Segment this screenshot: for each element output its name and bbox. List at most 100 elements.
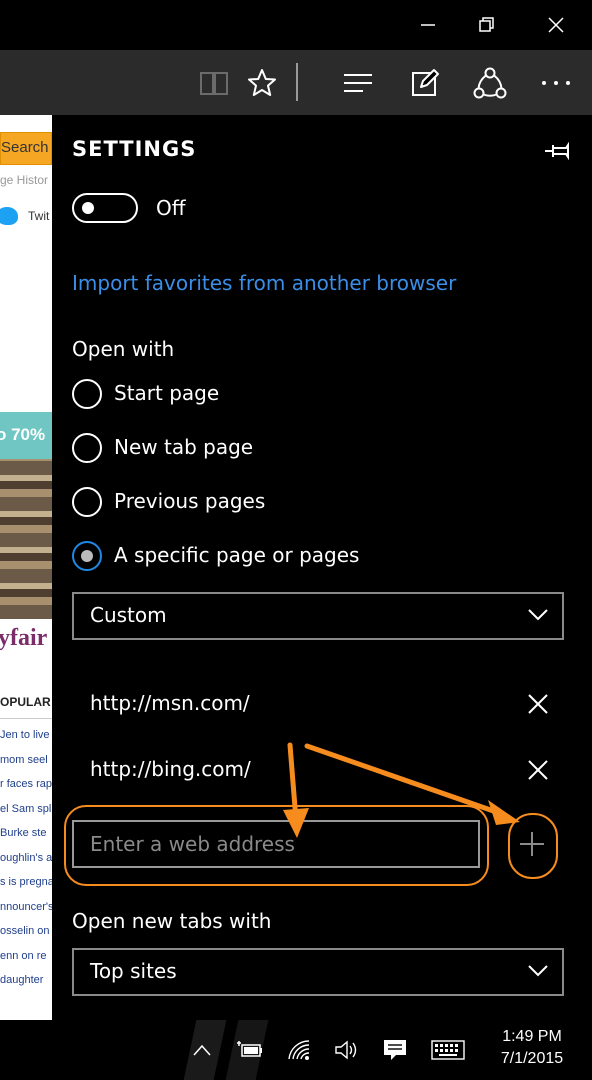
volume-button[interactable] xyxy=(331,1036,361,1064)
web-twitter-label: Twit xyxy=(28,209,50,223)
hub-icon xyxy=(344,73,372,92)
web-address-input[interactable] xyxy=(72,820,480,868)
web-headline-link[interactable]: oughlin's a xyxy=(0,852,52,877)
web-search-label: Search xyxy=(1,139,49,156)
notification-icon xyxy=(384,1040,406,1060)
windows-taskbar: 1:49 PM 7/1/2015 xyxy=(0,1020,592,1080)
settings-pane: SETTINGS Off Import favorites from anoth… xyxy=(52,115,592,1020)
close-icon xyxy=(528,694,548,714)
hub-button[interactable] xyxy=(329,50,387,115)
browser-toolbar xyxy=(0,50,592,115)
close-icon xyxy=(548,17,564,33)
new-tabs-heading: Open new tabs with xyxy=(72,909,272,933)
share-icon xyxy=(473,67,507,98)
web-headline-link[interactable]: Jen to live xyxy=(0,729,52,754)
custom-url-item: http://msn.com/ xyxy=(72,682,562,726)
web-ad-footer: yfair xyxy=(0,619,52,664)
restore-icon xyxy=(479,17,494,32)
remove-url-button[interactable] xyxy=(524,690,552,718)
share-button[interactable] xyxy=(461,50,519,115)
settings-title: SETTINGS xyxy=(72,137,197,161)
open-with-heading: Open with xyxy=(72,337,175,361)
custom-url-item: http://bing.com/ xyxy=(72,748,562,792)
web-ad-brand: yfair xyxy=(0,625,48,651)
radio-label: Previous pages xyxy=(114,489,266,513)
network-button[interactable] xyxy=(285,1036,315,1064)
taskbar-clock[interactable]: 1:49 PM 7/1/2015 xyxy=(482,1026,582,1070)
reading-view-icon xyxy=(200,71,228,95)
custom-url-text: http://msn.com/ xyxy=(90,691,250,715)
pin-icon xyxy=(545,141,569,161)
action-center-button[interactable] xyxy=(380,1036,410,1064)
pages-dropdown-value: Custom xyxy=(90,603,167,627)
radio-label: Start page xyxy=(114,381,220,405)
web-headline-link[interactable]: s is pregna xyxy=(0,876,52,901)
plus-icon xyxy=(520,832,544,856)
new-tabs-dropdown[interactable]: Top sites xyxy=(72,948,564,996)
new-tabs-dropdown-value: Top sites xyxy=(90,959,177,983)
web-headline-list: Jen to live mom seel r faces rap el Sam spl… xyxy=(0,729,52,999)
restore-button[interactable] xyxy=(458,0,516,50)
pages-dropdown[interactable]: Custom xyxy=(72,592,564,640)
clock-date: 7/1/2015 xyxy=(500,1050,564,1067)
radio-circle[interactable] xyxy=(72,433,102,463)
web-headline-link[interactable]: daughter xyxy=(0,974,52,999)
chevron-down-icon xyxy=(528,609,548,621)
radio-circle[interactable] xyxy=(72,379,102,409)
add-url-button[interactable] xyxy=(515,827,549,861)
web-headline-link[interactable]: mom seel xyxy=(0,754,52,779)
radio-previous-pages[interactable]: Previous pages xyxy=(72,487,492,519)
web-ad-header: o 70% xyxy=(0,412,52,459)
radio-start-page[interactable]: Start page xyxy=(72,379,492,411)
radio-label: A specific page or pages xyxy=(114,543,360,567)
web-note-button[interactable] xyxy=(396,50,454,115)
add-favorite-button[interactable] xyxy=(233,50,291,115)
web-history-text: ge Histor xyxy=(0,173,49,187)
window-title-bar xyxy=(0,0,592,50)
toggle-knob xyxy=(82,202,94,214)
close-icon xyxy=(528,760,548,780)
clock-time: 1:49 PM xyxy=(502,1028,562,1045)
web-headline-link[interactable]: Burke ste xyxy=(0,827,52,852)
toolbar-separator xyxy=(296,63,298,101)
more-actions-button[interactable] xyxy=(527,50,585,115)
web-ad-furniture-image xyxy=(0,459,52,619)
custom-url-text: http://bing.com/ xyxy=(90,757,251,781)
toggle-state-label: Off xyxy=(156,196,186,220)
radio-new-tab-page[interactable]: New tab page xyxy=(72,433,492,465)
settings-toggle-switch[interactable] xyxy=(72,193,138,223)
battery-button[interactable] xyxy=(235,1036,265,1064)
web-note-icon xyxy=(412,68,439,96)
twitter-bird-icon xyxy=(0,207,18,225)
pin-pane-button[interactable] xyxy=(542,139,572,163)
web-headline-link[interactable]: nnouncer's xyxy=(0,901,52,926)
battery-charging-icon xyxy=(237,1041,262,1057)
volume-icon xyxy=(335,1040,357,1060)
keyboard-icon xyxy=(431,1040,465,1060)
radio-circle-selected[interactable] xyxy=(72,541,102,571)
web-divider xyxy=(0,718,52,719)
radio-circle[interactable] xyxy=(72,487,102,517)
favorite-star-icon xyxy=(248,68,276,96)
minimize-button[interactable] xyxy=(399,0,457,50)
background-web-page: Search ge Histor Twit o 70% yfair OPULAR… xyxy=(0,115,52,1020)
show-hidden-icons-button[interactable] xyxy=(187,1036,217,1064)
web-popular-heading: OPULAR xyxy=(0,695,51,709)
radio-specific-pages[interactable]: A specific page or pages xyxy=(72,541,492,573)
web-ad-discount: o 70% xyxy=(0,425,46,444)
web-headline-link[interactable]: osselin on xyxy=(0,925,52,950)
web-headline-link[interactable]: r faces rap xyxy=(0,778,52,803)
touch-keyboard-button[interactable] xyxy=(430,1036,466,1064)
more-icon xyxy=(542,80,570,85)
web-headline-link[interactable]: enn on re xyxy=(0,950,52,975)
close-window-button[interactable] xyxy=(527,0,585,50)
web-search-button[interactable]: Search xyxy=(0,132,52,165)
web-headline-link[interactable]: el Sam spl xyxy=(0,803,52,828)
remove-url-button[interactable] xyxy=(524,756,552,784)
chevron-up-icon xyxy=(193,1044,211,1056)
web-ad-banner[interactable]: o 70% yfair xyxy=(0,412,52,664)
web-twitter-link[interactable]: Twit xyxy=(0,203,52,231)
radio-label: New tab page xyxy=(114,435,254,459)
minimize-icon xyxy=(421,24,435,26)
import-favorites-link[interactable]: Import favorites from another browser xyxy=(72,271,456,295)
